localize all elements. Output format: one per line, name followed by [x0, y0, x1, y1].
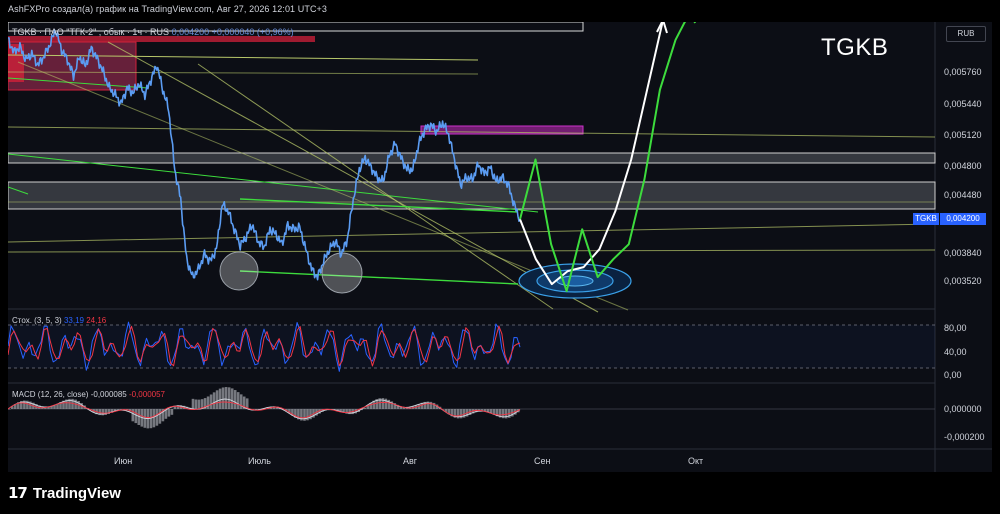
price-tick: 0,003520: [944, 276, 982, 286]
macd-histogram-bar: [227, 387, 231, 410]
currency-button[interactable]: RUB: [946, 26, 986, 42]
macd-histogram-bar: [170, 409, 174, 415]
macd-title[interactable]: MACD (12, 26, close) -0,000085 -0,000057: [12, 390, 165, 399]
macd-histogram-bar: [233, 390, 237, 410]
price-tick: 0,005760: [944, 67, 982, 77]
macd-histogram-bar: [197, 399, 201, 410]
tradingview-logo-text: TradingView: [32, 484, 121, 502]
macd-signal-line: [8, 401, 521, 419]
time-label: Окт: [688, 456, 704, 466]
symbol-text: TGKB · ПАО "ТГК-2" , обык · 1ч · RUS: [12, 27, 170, 37]
stoch-title-text: Стох. (3, 5, 3): [12, 316, 62, 325]
double-bottom-circle-right[interactable]: [321, 252, 363, 294]
macd-histogram-bar: [224, 387, 228, 410]
chart-caption: AshFXPro создал(а) график на TradingView…: [8, 4, 328, 14]
time-label: Авг: [403, 456, 418, 466]
macd-histogram-bar: [215, 390, 219, 410]
stoch-title[interactable]: Стох. (3, 5, 3) 33,19 24,16: [12, 316, 106, 325]
price-badge-value: 0,004200: [940, 213, 986, 225]
symbol-header[interactable]: TGKB · ПАО "ТГК-2" , обык · 1ч · RUS 0,0…: [12, 27, 294, 37]
big-ticker-label: TGKB: [821, 34, 889, 61]
chart-frame[interactable]: TGKB · ПАО "ТГК-2" , обык · 1ч · RUS 0,0…: [8, 22, 992, 472]
macd-histogram-bar: [158, 409, 162, 424]
macd-tick: 0,000000: [944, 404, 982, 414]
price-tick: 0,004800: [944, 161, 982, 171]
price-tick: 0,004480: [944, 190, 982, 200]
macd-histogram-bar: [230, 388, 234, 409]
macd-histogram-bar: [206, 396, 210, 409]
macd-histogram-bar: [221, 387, 225, 409]
macd-histogram-bar: [191, 398, 195, 410]
price-tick: 0,005120: [944, 130, 982, 140]
price-tick: 0,005440: [944, 99, 982, 109]
time-label: Сен: [534, 456, 551, 466]
time-label: Июль: [248, 456, 271, 466]
macd-title-text: MACD (12, 26, close): [12, 390, 89, 399]
macd-histogram-bar: [194, 399, 198, 409]
price-badge-symbol: TGKB: [913, 213, 939, 225]
stoch-tick: 0,00: [944, 370, 962, 380]
stoch-d-value: 24,16: [86, 316, 107, 325]
tradingview-logo[interactable]: 17 TradingView: [8, 484, 121, 502]
macd-histogram-bar: [152, 409, 156, 428]
stoch-tick: 40,00: [944, 347, 967, 357]
stoch-k-value: 33,19: [63, 316, 84, 325]
time-label: Июн: [114, 456, 133, 466]
macd-value: -0,000085: [90, 390, 127, 399]
forecast-arrowhead-green: [684, 22, 696, 24]
macd-histogram-bar: [236, 392, 240, 410]
macd-signal-value: -0,000057: [128, 390, 165, 399]
macd-histogram-bar: [209, 394, 213, 409]
macd-histogram-bar: [218, 388, 222, 410]
symbol-values: 0,004200 +0,000040 (+0,96%): [171, 27, 294, 37]
price-tick: 0,003840: [944, 248, 982, 258]
macd-tick: -0,000200: [944, 432, 985, 442]
price-chart[interactable]: [8, 22, 992, 472]
stoch-tick: 80,00: [944, 323, 967, 333]
double-bottom-circle-left[interactable]: [219, 251, 259, 291]
macd-histogram-bar: [155, 409, 159, 426]
macd-histogram-bar: [134, 409, 138, 424]
tradingview-logo-icon: 17: [8, 484, 28, 502]
macd-histogram-bar: [212, 392, 216, 410]
resistance-zone-upper[interactable]: [8, 152, 936, 164]
macd-histogram-bar: [167, 409, 171, 417]
